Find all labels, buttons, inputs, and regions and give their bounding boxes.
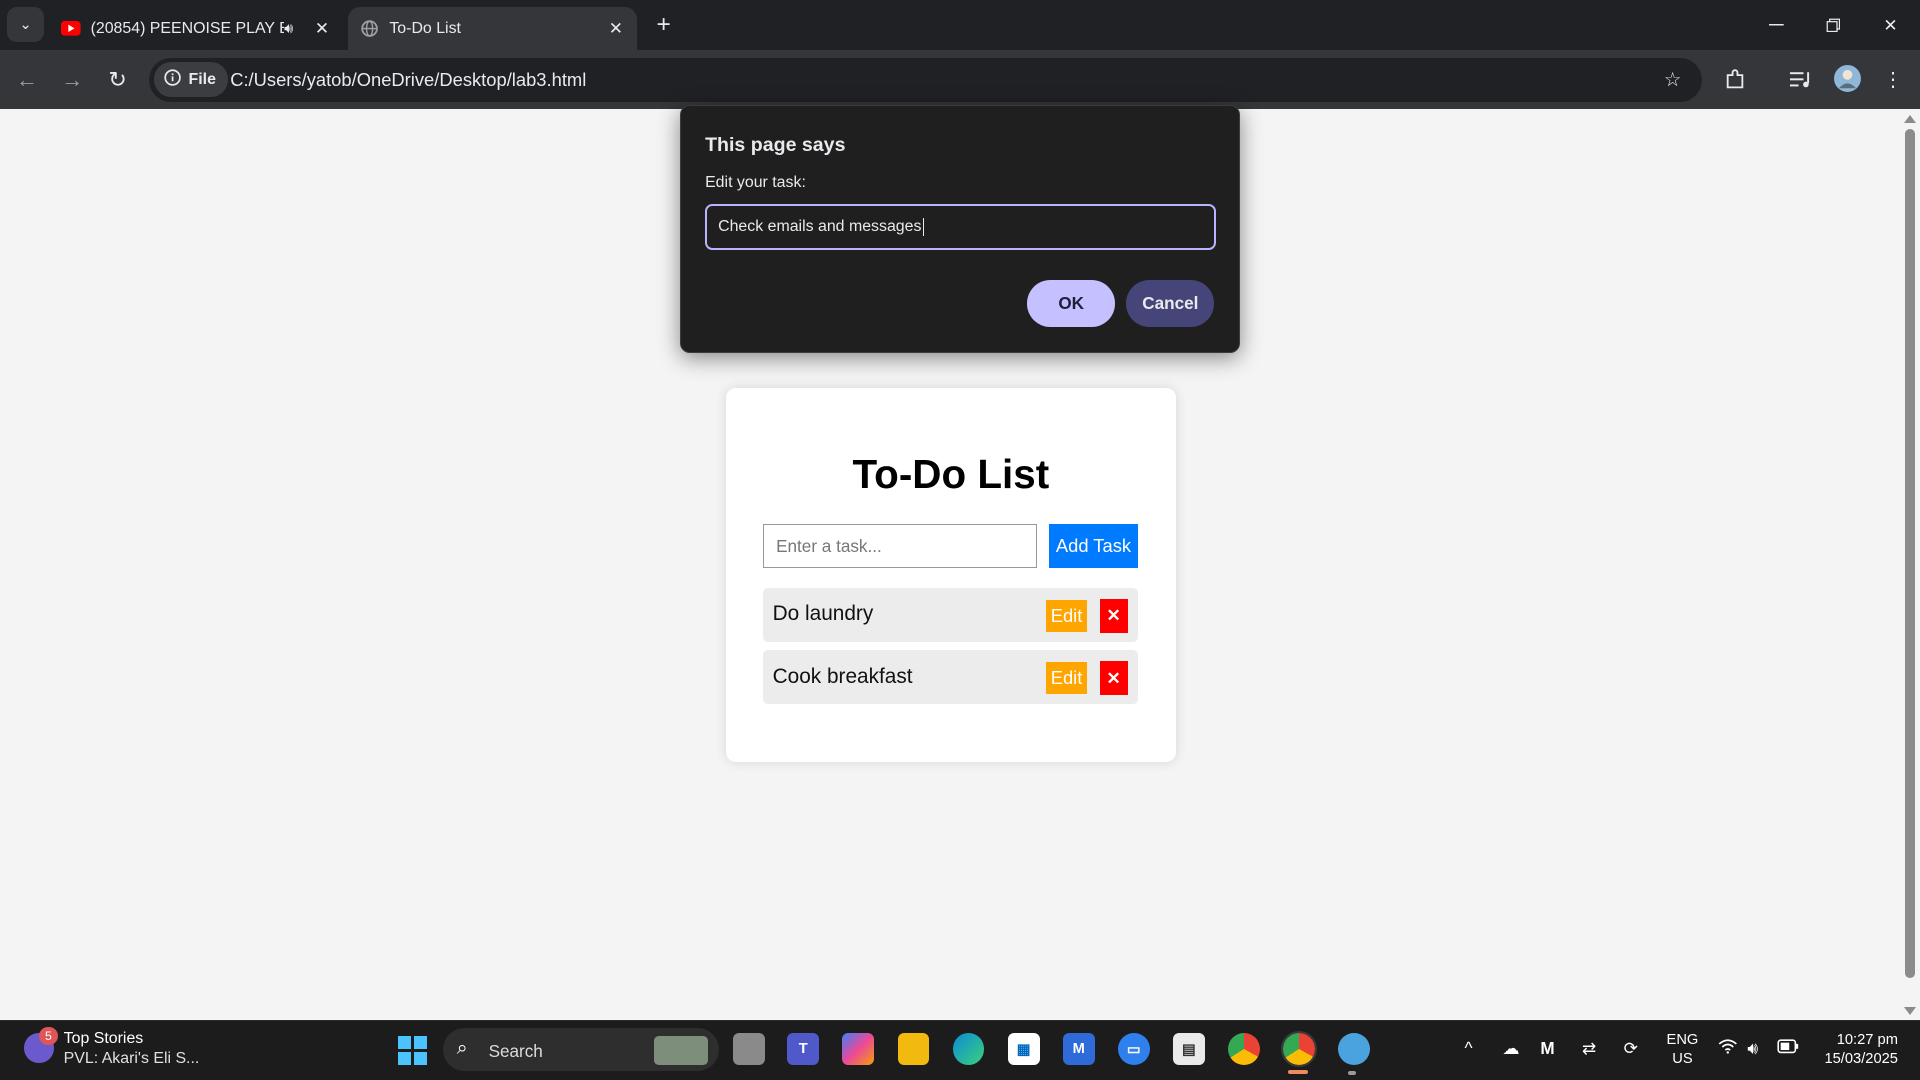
back-icon[interactable]: ← (10, 62, 44, 96)
vertical-scrollbar[interactable] (1901, 108, 1920, 1020)
dialog-title: This page says (705, 134, 846, 157)
news-badge: 5 (39, 1027, 58, 1046)
start-button[interactable] (397, 1035, 428, 1066)
edit-task-button[interactable]: Edit (1045, 599, 1088, 632)
todo-card: To-Do List Add Task Do laundry Edit ✕ Co… (726, 388, 1176, 762)
delete-task-button[interactable]: ✕ (1099, 598, 1128, 634)
file-explorer-icon[interactable] (897, 1033, 930, 1066)
edge-icon[interactable] (952, 1033, 985, 1066)
tab-todo-list[interactable]: To-Do List ✕ (347, 7, 637, 51)
close-window-button[interactable]: ✕ (1862, 0, 1918, 50)
bookmark-star-icon[interactable]: ☆ (1657, 64, 1689, 96)
task-view-icon[interactable] (733, 1033, 766, 1066)
add-task-button[interactable]: Add Task (1049, 524, 1138, 569)
tab-search-button[interactable]: ⌄ (7, 7, 45, 42)
search-icon: ⌕ (456, 1036, 468, 1059)
chrome-profile-icon[interactable] (1281, 1031, 1318, 1068)
extensions-icon[interactable] (1719, 64, 1751, 96)
m-app-icon[interactable]: M (1062, 1033, 1095, 1066)
paint-app-icon[interactable] (1338, 1033, 1371, 1066)
windows-taskbar: 5 Top Stories PVL: Akari's Eli S... ⌕ Se… (0, 1020, 1920, 1080)
dialog-input-value: Check emails and messages (718, 217, 922, 235)
forward-icon[interactable]: → (55, 62, 89, 96)
clock-time: 10:27 pm (1836, 1031, 1898, 1048)
scroll-down-icon[interactable] (1904, 1007, 1917, 1015)
taskbar-search[interactable]: ⌕ Search (443, 1028, 719, 1072)
dialog-input[interactable]: Check emails and messages (705, 204, 1216, 250)
chrome-icon[interactable] (1228, 1033, 1260, 1066)
reload-icon[interactable]: ↻ (100, 62, 134, 96)
volume-icon[interactable]: 🔊︎ (1747, 1038, 1758, 1059)
news-title[interactable]: Top Stories (64, 1030, 144, 1048)
speaker-icon[interactable]: 🔊︎ (284, 21, 308, 37)
tab-bar: ⌄ (20854) PEENOISE PLAY BO 🔊︎ ✕ To-Do Li… (0, 0, 1920, 51)
system-clock[interactable]: 10:27 pm 15/03/2025 (1810, 1031, 1898, 1070)
chevron-down-icon: ⌄ (19, 16, 32, 33)
store-icon[interactable]: ▦ (1007, 1033, 1040, 1066)
prompt-dialog: This page says Edit your task: Check ema… (679, 105, 1241, 353)
search-label: Search (488, 1040, 543, 1061)
tab-youtube[interactable]: (20854) PEENOISE PLAY BO 🔊︎ ✕ (49, 7, 343, 50)
teams-icon[interactable]: T (787, 1033, 820, 1066)
profile-avatar[interactable] (1832, 62, 1864, 94)
language-code: ENG (1666, 1031, 1699, 1048)
search-highlight-image (653, 1035, 708, 1066)
close-tab-icon[interactable]: ✕ (602, 18, 629, 39)
media-control-icon[interactable] (1785, 64, 1817, 96)
close-tab-icon[interactable]: ✕ (309, 18, 336, 39)
minimize-button[interactable] (1749, 0, 1805, 50)
running-app-indicator (1348, 1071, 1356, 1075)
wifi-icon[interactable] (1718, 1038, 1738, 1059)
restore-button[interactable] (1805, 0, 1861, 50)
edit-task-button[interactable]: Edit (1045, 662, 1088, 695)
dialog-message: Edit your task: (705, 173, 806, 191)
ok-button[interactable]: OK (1027, 280, 1116, 327)
text-caret (922, 217, 924, 237)
url-text: C:/Users/yatob/OneDrive/Desktop/lab3.htm… (230, 68, 587, 90)
info-icon (164, 68, 181, 91)
document-app-icon[interactable]: ▤ (1173, 1033, 1205, 1066)
onedrive-icon[interactable]: ☁ (1502, 1038, 1519, 1059)
task-text: Cook breakfast (772, 664, 913, 688)
task-input[interactable] (762, 524, 1038, 569)
task-item: Cook breakfast Edit ✕ (762, 650, 1138, 705)
new-tab-button[interactable]: + (649, 10, 678, 39)
region-code: US (1672, 1051, 1693, 1068)
tab-title: To-Do List (389, 19, 461, 37)
cancel-button[interactable]: Cancel (1126, 280, 1215, 327)
copilot-icon[interactable] (842, 1033, 875, 1066)
chat-app-icon[interactable]: ▭ (1117, 1033, 1150, 1066)
language-indicator[interactable]: ENG US (1667, 1031, 1699, 1070)
scroll-thumb[interactable] (1905, 128, 1916, 979)
task-item: Do laundry Edit ✕ (762, 587, 1138, 642)
site-info-chip[interactable]: File (154, 62, 229, 97)
m-tray-icon[interactable]: M (1540, 1038, 1554, 1059)
battery-icon[interactable] (1777, 1038, 1799, 1059)
delete-task-button[interactable]: ✕ (1099, 661, 1128, 696)
globe-icon (360, 19, 380, 39)
settings-sliders-icon[interactable]: ⇄ (1582, 1038, 1596, 1059)
scroll-up-icon[interactable] (1904, 115, 1917, 124)
active-app-indicator (1288, 1069, 1308, 1074)
youtube-icon (61, 19, 81, 39)
sync-icon[interactable]: ⟳ (1624, 1038, 1638, 1059)
chevron-up-icon[interactable]: ^ (1465, 1038, 1473, 1059)
page-title: To-Do List (852, 450, 1050, 497)
more-menu-icon[interactable]: ⋮ (1877, 64, 1909, 96)
task-text: Do laundry (772, 602, 874, 626)
chip-label: File (188, 70, 216, 88)
tab-title: (20854) PEENOISE PLAY BO (90, 19, 285, 37)
address-bar[interactable]: File C:/Users/yatob/OneDrive/Desktop/lab… (149, 57, 1703, 102)
news-subtitle[interactable]: PVL: Akari's Eli S... (64, 1050, 200, 1068)
clock-date: 15/03/2025 (1824, 1051, 1898, 1068)
browser-toolbar: ← → ↻ File C:/Users/yatob/OneDrive/Deskt… (0, 50, 1920, 109)
